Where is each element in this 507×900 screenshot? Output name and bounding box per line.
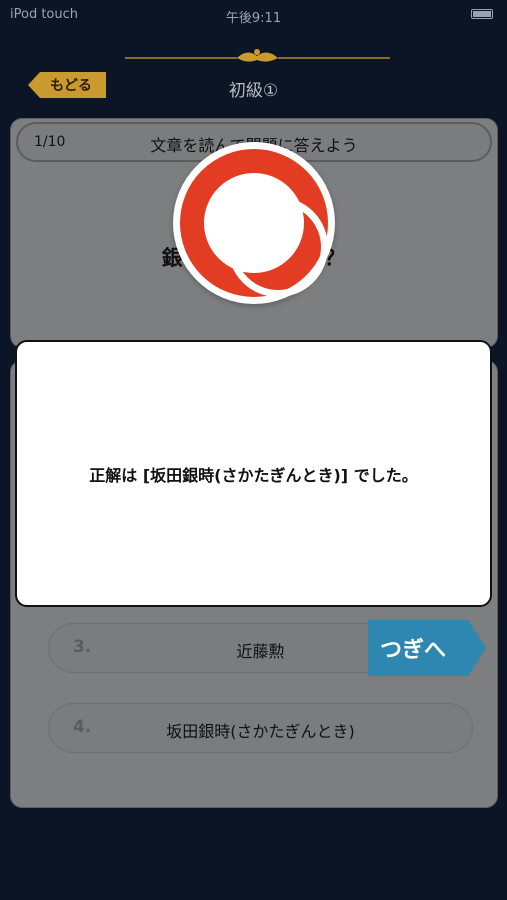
correct-circle-icon (173, 142, 335, 304)
ornament-divider-icon (125, 49, 390, 62)
level-title: 初級① (228, 81, 279, 101)
status-time: 午後9:11 (225, 11, 282, 26)
correct-inner-ring (228, 197, 328, 297)
next-button[interactable]: つぎへ (368, 620, 486, 676)
choice-label: 坂田銀時(さかたぎんとき) (166, 722, 355, 741)
correct-ring (180, 149, 328, 297)
result-dialog: 正解は [坂田銀時(さかたぎんとき)] でした。 (15, 340, 492, 607)
status-bar: iPod touch 午後9:11 (0, 0, 507, 30)
choice-4[interactable]: 4. 坂田銀時(さかたぎんとき) (48, 703, 473, 753)
result-message: 正解は [坂田銀時(さかたぎんとき)] でした。 (89, 466, 418, 485)
battery-icon (471, 9, 493, 19)
